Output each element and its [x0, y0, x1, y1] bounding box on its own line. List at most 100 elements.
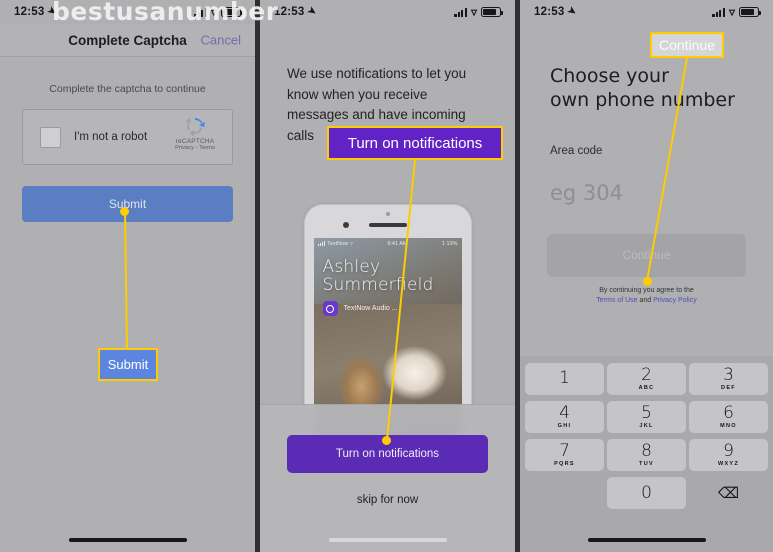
call-type-label: TextNow Audio ... [343, 305, 398, 313]
keypad-row: 4 GHI 5 JKL 6 MNO [525, 401, 768, 433]
recaptcha-terms-text[interactable]: Privacy - Terms [167, 145, 223, 151]
page-title-line1: Choose your [550, 65, 669, 87]
annotation-callout-continue: Continue [650, 32, 724, 58]
captcha-hint: Complete the captcha to continue [49, 83, 206, 95]
status-time: 12:53 [274, 6, 305, 18]
panel-captcha: 12:53 ➤ ▿ Complete Captcha Cancel Comple… [0, 0, 255, 552]
recaptcha-brand-text: reCAPTCHA [175, 138, 215, 145]
annotation-callout-submit: Submit [98, 348, 158, 381]
status-bar-right: ▿ [712, 5, 761, 19]
cellular-bars-icon [712, 7, 725, 17]
keypad-letters: TUV [639, 460, 654, 467]
keypad-key-1[interactable]: 1 [525, 363, 604, 395]
textnow-app-icon [322, 301, 338, 317]
wifi-icon: ▿ [470, 5, 477, 19]
battery-icon [221, 7, 243, 17]
page-title-line2: own phone number [550, 89, 735, 112]
battery-icon [481, 7, 503, 17]
wifi-icon: ▿ [210, 5, 217, 19]
annotation-dot-submit [120, 207, 129, 216]
terms-disclaimer: By continuing you agree to the Terms of … [520, 286, 773, 307]
front-camera-icon [342, 222, 349, 228]
panel-phone-number: 12:53 ➤ ▿ Choose your own phone number A… [520, 0, 773, 552]
keypad-digit: 2 [641, 364, 652, 385]
keypad-spacer-left [525, 477, 604, 509]
navbar-captcha: Complete Captcha Cancel [0, 24, 255, 57]
earpiece-speaker [368, 223, 407, 227]
terms-of-use-link[interactable]: Terms of Use [596, 297, 637, 304]
keypad-digit: 5 [641, 402, 652, 423]
keypad-key-3[interactable]: 3 DEF [689, 363, 768, 395]
wifi-icon: ▿ [728, 5, 735, 19]
keypad-digit: 4 [559, 402, 570, 423]
area-code-input[interactable]: eg 304 [550, 181, 773, 205]
status-bar-panel2: 12:53 ➤ ▿ [260, 0, 515, 24]
mock-time: 9:41 AM [387, 240, 408, 247]
privacy-policy-link[interactable]: Privacy Policy [653, 297, 697, 304]
recaptcha-checkbox[interactable] [40, 126, 61, 148]
keypad-key-9[interactable]: 9 WXYZ [689, 439, 768, 471]
mock-wifi-icon: ▿ [350, 240, 353, 247]
status-time: 12:53 [534, 6, 565, 18]
battery-icon [739, 7, 761, 17]
cancel-button[interactable]: Cancel [201, 33, 241, 48]
terms-prefix: By continuing you agree to the [599, 286, 694, 294]
submit-button[interactable]: Submit [22, 186, 233, 222]
recaptcha-label: I'm not a robot [74, 131, 148, 143]
keypad-letters: MNO [720, 422, 737, 429]
keypad-letters: GHI [557, 422, 572, 429]
notifications-bottom-sheet: Turn on notifications skip for now [260, 404, 515, 552]
numeric-keypad: 1 2 ABC 3 DEF 4 GHI 5 JKL 6 MNO 7 PQRS 8… [520, 356, 773, 552]
status-bar-panel1: 12:53 ➤ ▿ [0, 0, 255, 24]
mock-carrier: TextNow [327, 240, 349, 247]
keypad-letters: PQRS [554, 460, 575, 467]
status-bar-left: 12:53 ➤ [534, 4, 579, 19]
keypad-digit: 7 [559, 440, 570, 461]
call-type-row: TextNow Audio ... [322, 301, 462, 317]
keypad-digit: 6 [723, 402, 734, 423]
annotation-callout-notifications: Turn on notifications [327, 126, 503, 160]
panel-notifications: 12:53 ➤ ▿ We use notifications to let yo… [260, 0, 515, 552]
keypad-digit: 3 [723, 364, 734, 385]
cellular-bars-icon [194, 7, 207, 17]
status-bar-right: ▿ [454, 5, 503, 19]
status-bar-right: ▿ [194, 5, 243, 19]
keypad-key-7[interactable]: 7 PQRS [525, 439, 604, 471]
keypad-digit: 1 [559, 367, 570, 388]
keypad-key-4[interactable]: 4 GHI [525, 401, 604, 433]
location-arrow-icon: ➤ [565, 4, 579, 19]
keypad-row: 0 ⌫ [525, 477, 768, 509]
page-title: Complete Captcha [68, 32, 187, 48]
keypad-digit: 0 [641, 482, 652, 503]
recaptcha-branding: reCAPTCHA Privacy - Terms [167, 115, 223, 151]
keypad-key-2[interactable]: 2 ABC [607, 363, 686, 395]
backspace-icon[interactable]: ⌫ [689, 477, 768, 509]
continue-button[interactable]: Continue [547, 233, 746, 277]
screenshot-root: 12:53 ➤ ▿ Complete Captcha Cancel Comple… [0, 0, 773, 552]
keypad-key-0[interactable]: 0 [607, 477, 686, 509]
skip-for-now-button[interactable]: skip for now [260, 494, 515, 506]
keypad-key-5[interactable]: 5 JKL [607, 401, 686, 433]
location-arrow-icon: ➤ [305, 4, 319, 19]
status-bar-panel3: 12:53 ➤ ▿ [520, 0, 773, 24]
keypad-letters: JKL [639, 422, 654, 429]
keypad-letters: ABC [638, 384, 655, 391]
keypad-key-8[interactable]: 8 TUV [607, 439, 686, 471]
keypad-row: 1 2 ABC 3 DEF [525, 363, 768, 395]
recaptcha-widget[interactable]: I'm not a robot reCAPTCHA Privacy - Term… [22, 109, 233, 165]
keypad-digit: 8 [641, 440, 652, 461]
mock-signal-icon [317, 241, 326, 246]
status-bar-left: 12:53 ➤ [14, 4, 59, 18]
cellular-bars-icon [454, 7, 467, 17]
caller-name-line2: Summerfield [322, 274, 434, 295]
keypad-key-6[interactable]: 6 MNO [689, 401, 768, 433]
keypad-letters: DEF [721, 384, 736, 391]
status-time: 12:53 [14, 6, 45, 18]
home-indicator-panel1 [68, 538, 187, 542]
terms-and: and [639, 297, 652, 305]
keypad-row: 7 PQRS 8 TUV 9 WXYZ [525, 439, 768, 471]
front-sensor-icon [385, 212, 390, 216]
keypad-digit: 9 [723, 440, 734, 461]
home-indicator-panel2 [328, 538, 447, 542]
status-bar-left: 12:53 ➤ [274, 4, 319, 19]
